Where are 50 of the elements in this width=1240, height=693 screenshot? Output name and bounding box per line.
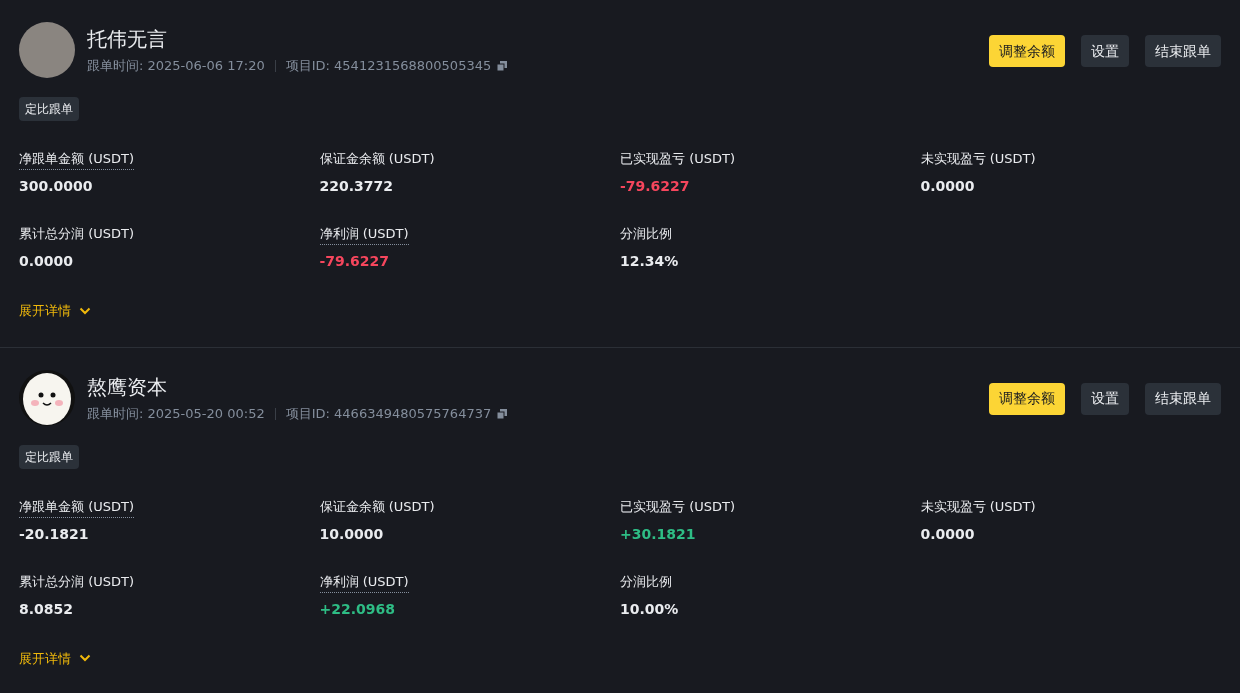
stat-label: 累计总分润 (USDT) <box>19 572 134 591</box>
action-button[interactable]: 调整余额 <box>989 35 1065 67</box>
stat-label: 保证金余额 (USDT) <box>319 497 435 516</box>
stat-label: 已实现盈亏 (USDT) <box>620 497 735 516</box>
stat-value: 10.0000 <box>319 524 384 544</box>
stat-label: 累计总分润 (USDT) <box>19 225 134 243</box>
chevron-down-icon <box>79 654 91 663</box>
mode-tag: 定比跟单 <box>19 97 79 121</box>
stat-value: -79.6227 <box>620 177 690 196</box>
stat-label[interactable]: 净跟单金额 (USDT) <box>19 496 134 518</box>
copy-icon[interactable] <box>497 408 508 419</box>
stat-label: 未实现盈亏 (USDT) <box>920 497 1036 516</box>
chevron-down-icon <box>79 306 91 315</box>
stat-label: 分润比例 <box>620 225 672 243</box>
stat-value: +30.1821 <box>620 524 696 544</box>
action-button[interactable]: 结束跟单 <box>1145 382 1221 415</box>
stat-label: 分润比例 <box>620 572 672 591</box>
trader-name: 托伟无言 <box>87 26 168 53</box>
stat-label: 保证金余额 (USDT) <box>319 150 435 168</box>
stat-value: -79.6227 <box>319 252 390 271</box>
stat-value: 0.0000 <box>920 177 975 196</box>
expand-details-link[interactable]: 展开详情 <box>19 648 91 668</box>
copy-icon[interactable] <box>497 61 508 71</box>
stat-label[interactable]: 净跟单金额 (USDT) <box>19 149 134 170</box>
stat-value: 0.0000 <box>920 524 975 544</box>
stat-value: 0.0000 <box>19 252 74 271</box>
stat-label: 已实现盈亏 (USDT) <box>620 150 735 168</box>
stat-value: +22.0968 <box>319 599 395 619</box>
trader-name: 熬鹰资本 <box>87 373 168 401</box>
project-id: 项目ID: 4466349480575764737 <box>285 404 492 423</box>
follow-time: 跟单时间: 2025-05-20 00:52 <box>87 404 265 423</box>
action-button[interactable]: 设置 <box>1081 382 1129 415</box>
project-id: 项目ID: 4541231568800505345 <box>285 57 492 75</box>
stat-value: 220.3772 <box>319 177 393 196</box>
photo-placeholder <box>19 22 75 78</box>
action-button[interactable]: 调整余额 <box>989 382 1065 415</box>
expand-details-link[interactable]: 展开详情 <box>19 301 91 321</box>
cartoon-avatar-icon <box>19 369 75 426</box>
action-button[interactable]: 结束跟单 <box>1145 35 1221 67</box>
stat-value: 10.00% <box>620 599 679 619</box>
stat-value: 12.34% <box>620 252 679 271</box>
stat-label[interactable]: 净利润 (USDT) <box>319 224 409 245</box>
stat-value: 8.0852 <box>19 599 74 619</box>
stat-label[interactable]: 净利润 (USDT) <box>319 571 409 593</box>
mode-tag: 定比跟单 <box>19 444 79 469</box>
stat-label: 未实现盈亏 (USDT) <box>920 150 1036 168</box>
follow-time: 跟单时间: 2025-06-06 17:20 <box>87 57 265 75</box>
action-button[interactable]: 设置 <box>1081 35 1129 67</box>
stat-value: -20.1821 <box>19 524 89 544</box>
stat-value: 300.0000 <box>19 177 93 196</box>
